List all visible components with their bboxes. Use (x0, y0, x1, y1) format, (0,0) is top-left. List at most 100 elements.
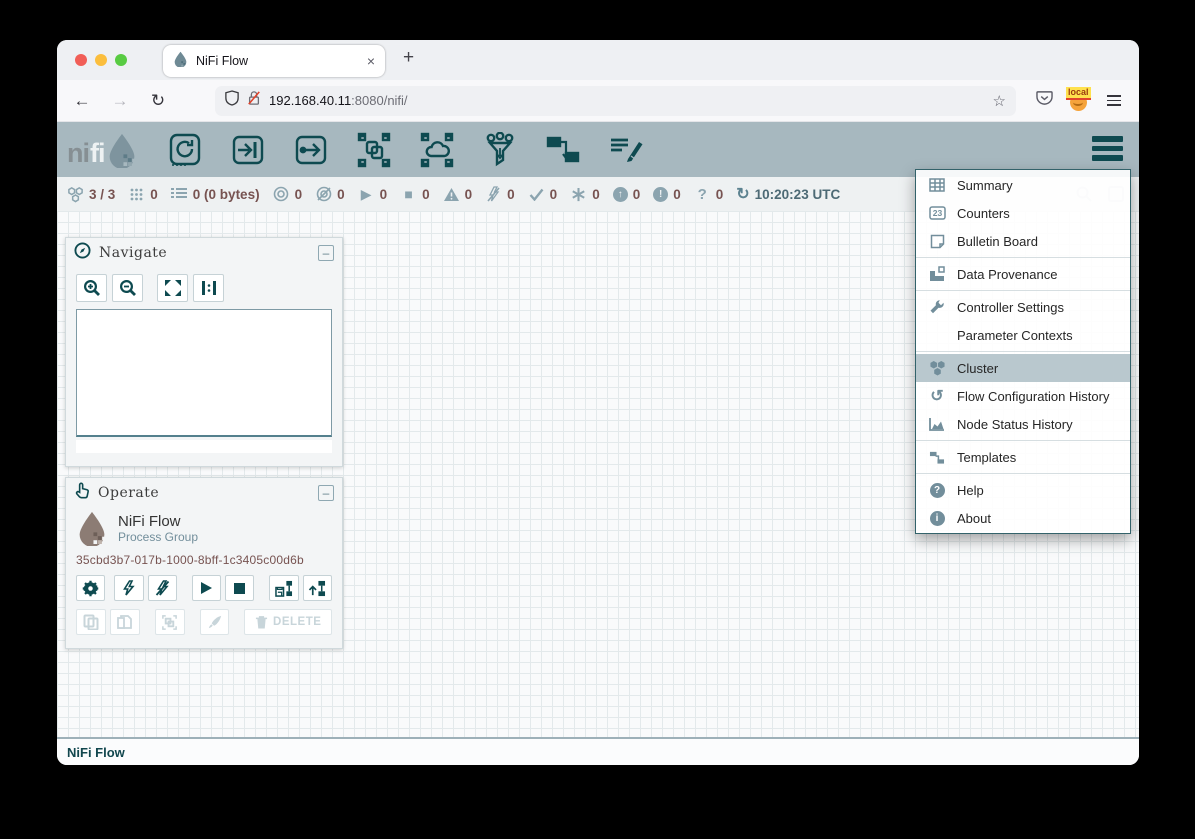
zoom-out-button[interactable] (112, 274, 143, 302)
menu-item-controller-settings[interactable]: Controller Settings (916, 293, 1130, 321)
process-group-tool-icon[interactable] (355, 131, 393, 169)
nifi-favicon (173, 51, 188, 72)
menu-item-label: Cluster (957, 361, 998, 376)
menu-item-cluster[interactable]: Cluster (916, 354, 1130, 382)
menu-item-node-status-history[interactable]: Node Status History (916, 410, 1130, 438)
stop-button[interactable] (225, 575, 254, 601)
menu-item-label: Data Provenance (957, 267, 1057, 282)
navigate-panel: Navigate – (65, 237, 343, 467)
template-tool-icon[interactable] (544, 131, 582, 169)
configuration-button[interactable] (76, 575, 105, 601)
menu-item-data-provenance[interactable]: Data Provenance (916, 260, 1130, 288)
browser-window: NiFi Flow × + ← → ↻ 192.168.40.11:8080/n… (57, 40, 1139, 765)
sync-failure-stat: ? 0 (694, 186, 724, 203)
nifi-global-menu-icon[interactable] (1092, 136, 1123, 161)
up-to-date-count: 0 (550, 187, 558, 202)
menu-divider (916, 351, 1130, 352)
refresh-stat: ↻ 10:20:23 UTC (736, 184, 840, 204)
stale-arrow-icon: ↑ (613, 187, 628, 202)
menu-item-label: About (957, 511, 991, 526)
menu-item-counters[interactable]: 23 Counters (916, 199, 1130, 227)
collapse-operate-button[interactable]: – (318, 485, 334, 501)
birdseye-slider[interactable] (76, 440, 332, 453)
menu-divider (916, 257, 1130, 258)
stopped-count: 0 (422, 187, 430, 202)
browser-tab[interactable]: NiFi Flow × (163, 45, 385, 77)
stale-stat: ↑ 0 (613, 187, 641, 202)
connected-nodes-count: 3 / 3 (89, 187, 115, 202)
menu-item-about[interactable]: i About (916, 504, 1130, 532)
navigate-panel-header: Navigate – (66, 238, 342, 268)
locally-modified-count: 0 (592, 187, 600, 202)
locally-modified-stale-count: 0 (673, 187, 681, 202)
zoom-actual-button[interactable] (193, 274, 224, 302)
insecure-lock-icon[interactable] (247, 90, 261, 111)
cluster-icon (67, 186, 84, 203)
menu-item-label: Help (957, 483, 984, 498)
zoom-in-button[interactable] (76, 274, 107, 302)
forward-icon[interactable]: → (109, 91, 131, 111)
create-template-button[interactable] (269, 575, 298, 601)
selected-component-id: 35cbd3b7-017b-1000-8bff-1c3405c00d6b (66, 546, 342, 567)
upload-template-button[interactable] (303, 575, 332, 601)
sync-failure-count: 0 (716, 187, 724, 202)
disabled-count: 0 (507, 187, 515, 202)
question-icon: ? (694, 186, 711, 203)
url-text[interactable]: 192.168.40.11:8080/nifi/ (269, 93, 985, 108)
minimize-window-button[interactable] (95, 54, 107, 66)
output-port-tool-icon[interactable] (292, 131, 330, 169)
browser-tab-bar: NiFi Flow × + (57, 40, 1139, 80)
close-window-button[interactable] (75, 54, 87, 66)
not-transmitting-icon (315, 186, 332, 203)
enable-button[interactable] (114, 575, 143, 601)
menu-item-label: Counters (957, 206, 1010, 221)
bookmark-star-icon[interactable]: ☆ (993, 92, 1006, 110)
remote-process-group-tool-icon[interactable] (418, 131, 456, 169)
url-bar[interactable]: 192.168.40.11:8080/nifi/ ☆ (215, 86, 1016, 116)
start-button[interactable] (192, 575, 221, 601)
delete-button[interactable]: DELETE (244, 609, 332, 635)
birdseye-minimap[interactable] (76, 309, 332, 437)
menu-item-templates[interactable]: Templates (916, 443, 1130, 471)
paste-button[interactable] (110, 609, 140, 635)
collapse-navigate-button[interactable]: – (318, 245, 334, 261)
menu-item-parameter-contexts[interactable]: Parameter Contexts (916, 321, 1130, 349)
input-port-tool-icon[interactable] (229, 131, 267, 169)
zoom-fit-button[interactable] (157, 274, 188, 302)
refresh-icon[interactable]: ↻ (736, 184, 749, 204)
operate-panel: Operate – NiFi Flow Process Group 35cbd3… (65, 477, 343, 649)
operate-panel-header: Operate – (66, 478, 342, 508)
parameter-contexts-icon (928, 326, 946, 344)
nifi-drop-icon (106, 132, 138, 168)
active-threads-count: 0 (150, 187, 158, 202)
menu-item-label: Templates (957, 450, 1016, 465)
new-tab-button[interactable]: + (403, 47, 414, 69)
navigate-panel-title: Navigate (99, 245, 310, 261)
reload-icon[interactable]: ↻ (147, 91, 169, 111)
invalid-stat: 0 (443, 186, 473, 203)
close-tab-icon[interactable]: × (367, 53, 375, 69)
menu-item-help[interactable]: ? Help (916, 476, 1130, 504)
processor-tool-icon[interactable] (166, 131, 204, 169)
color-button[interactable] (200, 609, 230, 635)
menu-item-bulletin-board[interactable]: Bulletin Board (916, 227, 1130, 255)
disable-button[interactable] (148, 575, 177, 601)
funnel-tool-icon[interactable] (481, 131, 519, 169)
pocket-icon[interactable] (1036, 90, 1053, 111)
copy-button[interactable] (76, 609, 106, 635)
menu-item-flow-configuration-history[interactable]: ↺ Flow Configuration History (916, 382, 1130, 410)
shield-icon[interactable] (225, 90, 239, 111)
zoom-window-button[interactable] (115, 54, 127, 66)
data-provenance-icon (928, 265, 946, 283)
locally-modified-stale-stat: ! 0 (653, 187, 681, 202)
back-icon[interactable]: ← (71, 91, 93, 111)
profile-avatar[interactable]: local (1069, 91, 1091, 111)
menu-item-summary[interactable]: Summary (916, 171, 1130, 199)
label-tool-icon[interactable] (607, 131, 645, 169)
selected-component: NiFi Flow Process Group (66, 508, 342, 546)
hand-pointer-icon (74, 482, 90, 504)
breadcrumb[interactable]: NiFi Flow (67, 745, 125, 760)
toolbar-right-icons: local (1036, 90, 1125, 111)
browser-menu-icon[interactable] (1107, 95, 1121, 106)
group-button[interactable] (155, 609, 185, 635)
